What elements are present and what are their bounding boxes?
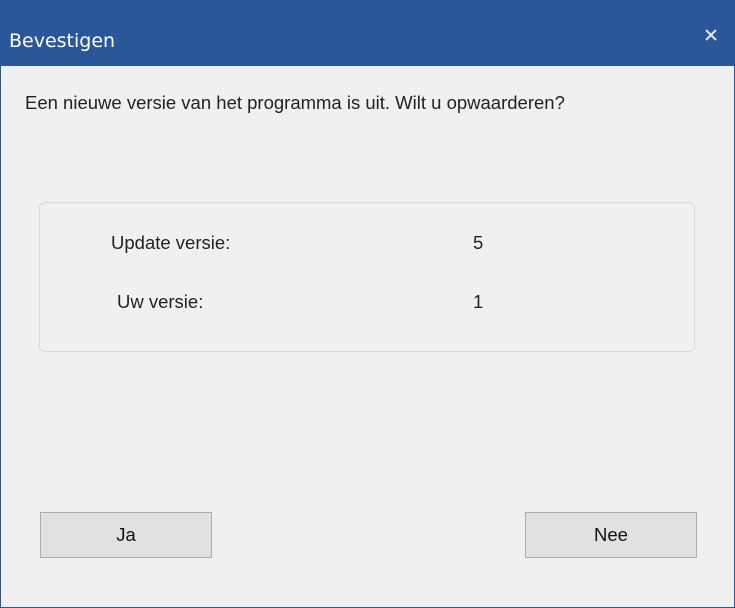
confirm-dialog: Bevestigen Een nieuwe versie van het pro…	[0, 0, 735, 608]
current-version-value: 1	[473, 291, 484, 312]
version-info-panel: Update versie: 5 Uw versie: 1	[39, 202, 695, 352]
update-message: Een nieuwe versie van het programma is u…	[25, 92, 565, 113]
close-icon[interactable]	[694, 18, 728, 52]
title-bar: Bevestigen	[1, 0, 734, 66]
yes-button[interactable]: Ja	[40, 512, 212, 558]
dialog-title: Bevestigen	[9, 30, 116, 52]
update-version-label: Update versie:	[111, 232, 231, 253]
no-button[interactable]: Nee	[525, 512, 697, 558]
update-version-value: 5	[473, 232, 484, 253]
current-version-label: Uw versie:	[117, 291, 204, 312]
